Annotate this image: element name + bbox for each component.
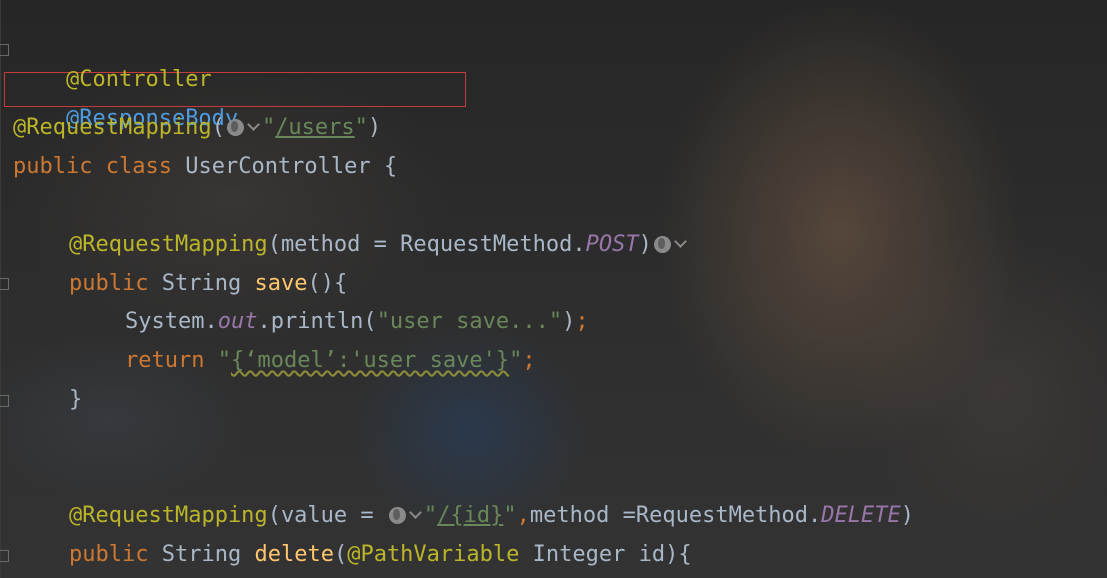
string-literal-warning: {‘model’:'user save'} xyxy=(230,348,510,373)
globe-icon[interactable] xyxy=(653,236,671,253)
brace: { xyxy=(383,154,398,179)
paren: ) xyxy=(562,309,576,334)
string-quote: " xyxy=(261,115,276,140)
code-line-1: @Controller xyxy=(13,35,212,92)
url-path-link[interactable]: /{id} xyxy=(437,503,503,528)
code-line-14: public String delete(@PathVariable Integ… xyxy=(69,540,692,570)
keyword: class xyxy=(105,154,172,179)
paren: ( xyxy=(333,542,348,567)
keyword: public xyxy=(69,542,149,567)
constant: POST xyxy=(585,232,639,257)
paren: ( xyxy=(211,115,225,140)
fold-marker[interactable] xyxy=(0,550,9,562)
chevron-down-icon[interactable] xyxy=(673,235,687,248)
url-path-link[interactable]: /users xyxy=(275,115,354,140)
globe-icon[interactable] xyxy=(226,119,244,136)
parameter: Integer id xyxy=(532,542,666,567)
punctuation: (){ xyxy=(307,271,348,296)
parameter: method =RequestMethod. xyxy=(529,503,822,528)
string-quote: " xyxy=(354,115,368,140)
code-line-7: public String save(){ xyxy=(69,269,347,299)
annotation: @RequestMapping xyxy=(69,232,268,257)
chevron-down-icon[interactable] xyxy=(409,506,422,519)
method-name: delete xyxy=(254,542,334,567)
keyword: public xyxy=(13,154,93,179)
method-name: save xyxy=(254,271,308,296)
string-quote: " xyxy=(217,348,231,373)
semicolon: ; xyxy=(522,348,536,373)
annotation: @RequestMapping xyxy=(69,503,268,528)
class-name: UserController xyxy=(185,154,371,179)
identifier: System. xyxy=(125,309,218,334)
string-literal: "user save..." xyxy=(376,309,563,334)
constant: DELETE xyxy=(821,503,901,528)
string-quote: " xyxy=(423,503,438,528)
annotation: @PathVariable xyxy=(347,542,520,567)
fold-marker[interactable] xyxy=(0,44,9,56)
keyword: return xyxy=(125,348,205,373)
method-call: .println( xyxy=(257,309,377,334)
type: String xyxy=(161,542,242,567)
annotation: @RequestMapping xyxy=(13,115,212,140)
string-quote: " xyxy=(503,503,517,528)
paren: ( xyxy=(267,232,281,257)
paren: ) xyxy=(367,115,382,140)
code-line-9: return "{‘model’:'user save'}"; xyxy=(125,346,536,376)
static-field: out xyxy=(217,309,258,334)
punctuation: ){ xyxy=(665,542,692,567)
globe-icon[interactable] xyxy=(388,507,406,524)
paren: ( xyxy=(267,503,281,528)
comma: , xyxy=(516,503,530,528)
parameter: value = xyxy=(280,503,387,528)
parameter: method = RequestMethod. xyxy=(280,232,586,257)
semicolon: ; xyxy=(575,309,589,334)
fold-marker[interactable] xyxy=(0,278,9,290)
code-line-3: @RequestMapping( "/users") xyxy=(13,113,381,143)
code-line-13: @RequestMapping(value = "/{id}",method =… xyxy=(69,501,914,531)
keyword: public xyxy=(69,271,149,296)
fold-marker[interactable] xyxy=(0,395,9,407)
paren: ) xyxy=(638,232,652,257)
paren: ) xyxy=(900,503,915,528)
code-line-2: @ResponseBody xyxy=(13,74,238,131)
code-line-10: } xyxy=(69,385,82,415)
string-quote: " xyxy=(509,348,523,373)
code-line-6: @RequestMapping(method = RequestMethod.P… xyxy=(69,230,689,260)
chevron-down-icon[interactable] xyxy=(247,118,260,131)
type: String xyxy=(161,271,242,296)
brace: } xyxy=(69,387,83,412)
code-line-4: public class UserController { xyxy=(13,152,397,182)
code-line-8: System.out.println("user save..."); xyxy=(125,307,589,337)
